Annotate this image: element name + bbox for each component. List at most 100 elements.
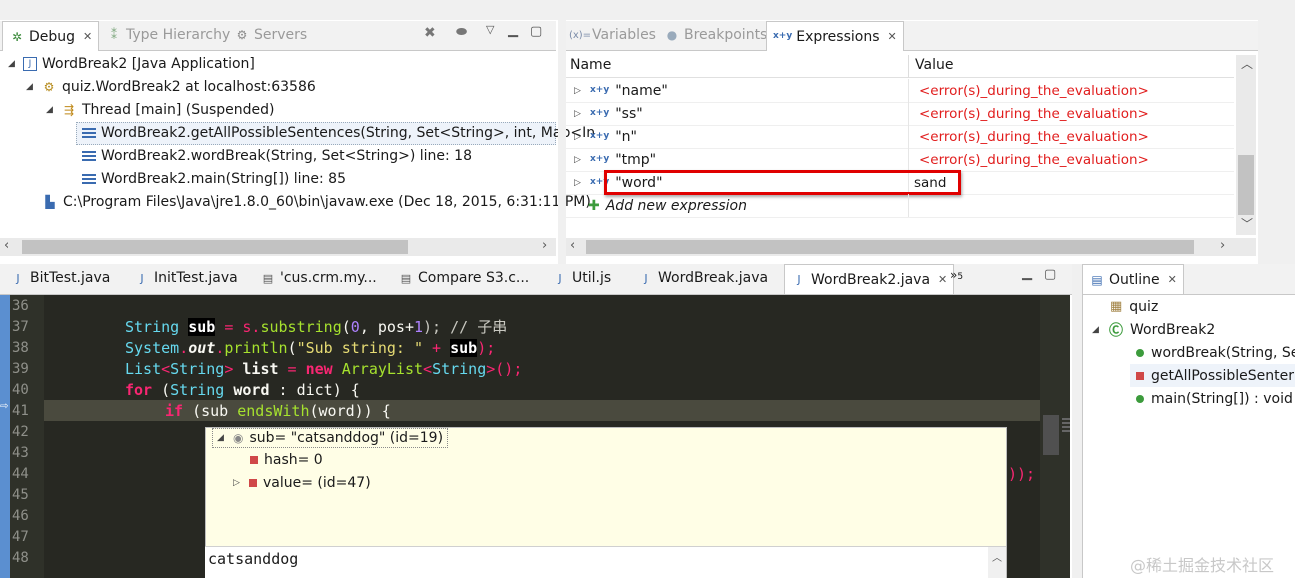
- hover-root-row[interactable]: ◢ ◉ sub= "catsanddog" (id=19): [212, 428, 449, 448]
- outline-icon: ▤: [1091, 272, 1103, 287]
- expand-triangle-icon[interactable]: ▷: [233, 478, 243, 488]
- tab-wordbreak2[interactable]: J WordBreak2.java ✕: [784, 264, 955, 294]
- scroll-thumb[interactable]: [586, 240, 1194, 254]
- collapse-triangle-icon[interactable]: ◢: [1092, 325, 1102, 335]
- tab-variables-label: Variables: [592, 27, 656, 43]
- hover-detail-scrollbar[interactable]: ︿: [988, 546, 1006, 578]
- expressions-header: Name Value: [566, 55, 1234, 78]
- expand-triangle-icon[interactable]: ▷: [574, 132, 584, 142]
- code-token: for: [125, 381, 153, 399]
- tab-util-js[interactable]: J Util.js: [546, 264, 617, 292]
- column-value[interactable]: Value: [915, 57, 953, 73]
- minimize-icon[interactable]: ▁: [508, 23, 518, 38]
- code-token: (: [152, 381, 171, 399]
- expand-triangle-icon[interactable]: ▷: [574, 86, 584, 96]
- line-number: 46: [12, 508, 29, 524]
- outline-item-method[interactable]: getAllPossibleSenter: [1130, 364, 1295, 387]
- tab-variables[interactable]: (x)= Variables: [566, 21, 662, 49]
- scroll-left-icon[interactable]: ‹: [570, 238, 575, 253]
- editor-tab-bar: J BitTest.java J InitTest.java ▤ 'cus.cr…: [0, 264, 1072, 295]
- tab-bittest[interactable]: J BitTest.java: [4, 264, 116, 292]
- java-file-icon: J: [644, 271, 648, 285]
- tree-frame-getallpossible[interactable]: WordBreak2.getAllPossibleSentences(Strin…: [82, 122, 595, 144]
- compare-icon: ▤: [400, 271, 412, 285]
- tree-process[interactable]: ▙ C:\Program Files\Java\jre1.8.0_60\bin\…: [42, 191, 590, 213]
- outline-item-class[interactable]: ◢ Ⓒ WordBreak2: [1092, 318, 1215, 341]
- editor-vscrollbar[interactable]: [1040, 295, 1070, 578]
- expression-row[interactable]: ▷ x+y "ss" <error(s)_during_the_evaluati…: [566, 102, 1234, 126]
- collapse-triangle-icon[interactable]: ◢: [217, 433, 227, 443]
- tab-breakpoints[interactable]: ● Breakpoints: [658, 21, 773, 49]
- close-icon[interactable]: ✕: [888, 30, 897, 43]
- editor-tab-label: WordBreak.java: [658, 270, 769, 286]
- collapse-triangle-icon[interactable]: ◢: [46, 105, 56, 115]
- expression-row[interactable]: ▷ x+y "n" <error(s)_during_the_evaluatio…: [566, 125, 1234, 149]
- outline-item-package[interactable]: ▦ quiz: [1110, 295, 1158, 318]
- panel-divider: [558, 20, 566, 264]
- minimize-icon[interactable]: ▁: [1022, 266, 1032, 281]
- column-name[interactable]: Name: [570, 57, 611, 73]
- debug-target-icon: ⚙: [43, 80, 55, 94]
- watch-expression-icon: x+y: [590, 108, 610, 118]
- debug-hscrollbar[interactable]: ‹ ›: [0, 238, 556, 256]
- scroll-thumb[interactable]: [22, 240, 408, 254]
- expand-triangle-icon[interactable]: ▷: [574, 178, 584, 188]
- tab-overflow-button[interactable]: »5: [950, 268, 963, 282]
- outline-label: main(String[]) : void: [1151, 390, 1293, 407]
- hover-child-row[interactable]: hash= 0: [250, 452, 323, 468]
- expression-row[interactable]: ▷ x+y "tmp" <error(s)_during_the_evaluat…: [566, 148, 1234, 172]
- tree-launch[interactable]: ◢ J WordBreak2 [Java Application]: [8, 53, 255, 75]
- collapse-icon[interactable]: ⬬: [456, 25, 467, 40]
- hover-detail-pane[interactable]: catsanddog: [205, 546, 990, 578]
- outline-item-method[interactable]: wordBreak(String, Se: [1136, 341, 1295, 364]
- scroll-thumb[interactable]: [1043, 415, 1059, 455]
- hover-child-label: value= (id=47): [263, 475, 371, 491]
- expressions-vscrollbar[interactable]: ︿ ﹀: [1236, 55, 1256, 235]
- scroll-up-icon[interactable]: ︿: [1241, 55, 1253, 72]
- tab-expressions[interactable]: x+y Expressions ✕: [766, 21, 904, 51]
- scroll-left-icon[interactable]: ‹: [4, 238, 9, 253]
- scroll-right-icon[interactable]: ›: [1220, 238, 1225, 253]
- tree-debug-target[interactable]: ◢ ⚙ quiz.WordBreak2 at localhost:63586: [26, 76, 316, 98]
- expressions-hscrollbar[interactable]: ‹ ›: [566, 238, 1256, 256]
- tab-cus-crm[interactable]: ▤ 'cus.crm.my...: [254, 264, 383, 292]
- private-final-field-icon: [249, 479, 257, 487]
- expand-triangle-icon[interactable]: ▷: [574, 109, 584, 119]
- tab-inittest[interactable]: J InitTest.java: [128, 264, 244, 292]
- code-token: );: [477, 339, 496, 357]
- close-icon[interactable]: ✕: [83, 30, 92, 43]
- tree-frame-wordbreak[interactable]: WordBreak2.wordBreak(String, Set<String>…: [82, 145, 472, 167]
- tab-servers[interactable]: ⚙ Servers: [228, 21, 313, 49]
- add-expression-row[interactable]: ✚ Add new expression: [566, 194, 1234, 218]
- view-menu-icon[interactable]: ▽: [486, 23, 494, 36]
- tree-frame-main[interactable]: WordBreak2.main(String[]) line: 85: [82, 168, 346, 190]
- tab-type-hierarchy[interactable]: ⁑ Type Hierarchy: [100, 21, 236, 49]
- remove-launches-icon[interactable]: ✖: [424, 25, 436, 41]
- tab-wordbreak[interactable]: J WordBreak.java: [632, 264, 774, 292]
- code-token: : dict) {: [269, 381, 360, 399]
- stack-frame-icon: [82, 150, 96, 162]
- maximize-icon[interactable]: ▢: [530, 24, 542, 39]
- outline-item-method[interactable]: main(String[]) : void: [1136, 387, 1293, 410]
- tab-debug[interactable]: ✲ Debug ✕: [2, 21, 100, 51]
- tree-label: Thread [main] (Suspended): [82, 102, 275, 118]
- scroll-up-icon[interactable]: ︿: [992, 549, 1002, 564]
- tree-thread[interactable]: ◢ ⇶ Thread [main] (Suspended): [46, 99, 275, 121]
- code-line-41: if (sub endsWith(word)) {: [165, 401, 391, 422]
- close-icon[interactable]: ✕: [1168, 273, 1177, 286]
- expression-row[interactable]: ▷ x+y "name" <error(s)_during_the_evalua…: [566, 79, 1234, 103]
- close-icon[interactable]: ✕: [938, 273, 947, 286]
- scroll-right-icon[interactable]: ›: [542, 238, 547, 253]
- maximize-icon[interactable]: ▢: [1044, 267, 1056, 282]
- tab-outline[interactable]: ▤ Outline ✕: [1082, 264, 1184, 294]
- tab-compare[interactable]: ▤ Compare S3.c...: [392, 264, 535, 292]
- collapse-triangle-icon[interactable]: ◢: [26, 82, 36, 92]
- collapse-triangle-icon[interactable]: ◢: [8, 59, 18, 69]
- watch-expression-icon: x+y: [590, 154, 610, 164]
- expression-value: <error(s)_during_the_evaluation>: [919, 82, 1149, 99]
- hover-child-row[interactable]: ▷ value= (id=47): [233, 475, 371, 491]
- scroll-thumb[interactable]: [1238, 155, 1254, 215]
- expand-triangle-icon[interactable]: ▷: [574, 155, 584, 165]
- scroll-down-icon[interactable]: ﹀: [1241, 215, 1253, 232]
